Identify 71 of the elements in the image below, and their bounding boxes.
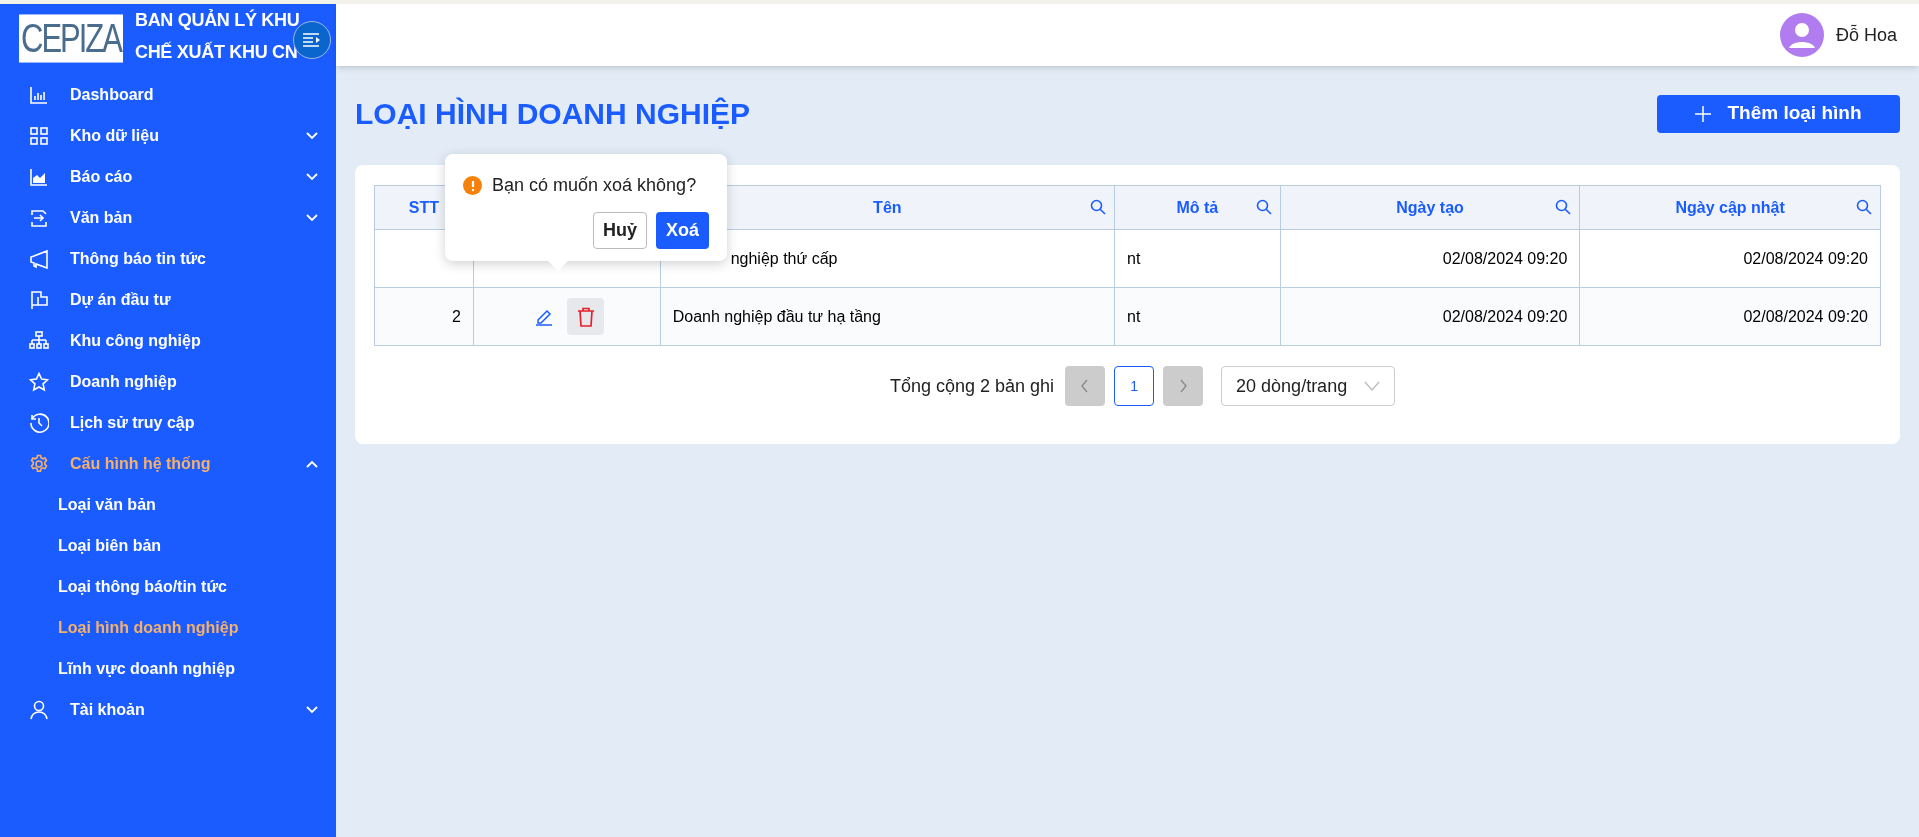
grid-icon bbox=[29, 125, 49, 146]
chart-icon bbox=[29, 84, 49, 105]
chevron-icon bbox=[306, 459, 318, 468]
table-cell: 02/08/2024 09:20 bbox=[1743, 249, 1868, 267]
sidebar-item[interactable]: Doanh nghiệp bbox=[0, 361, 336, 402]
total-count: Tổng cộng 2 bản ghi bbox=[889, 374, 1055, 398]
logo: CEPIZA bbox=[19, 13, 123, 63]
search-icon[interactable] bbox=[1856, 199, 1872, 215]
user-icon bbox=[29, 699, 49, 720]
pencil-icon bbox=[535, 307, 554, 326]
search-icon[interactable] bbox=[1555, 199, 1572, 215]
column-header: Ngày cập nhật bbox=[1675, 198, 1785, 216]
document-icon bbox=[29, 207, 49, 228]
submenu-item[interactable]: Loại biên bản bbox=[0, 525, 336, 566]
menu-icon bbox=[302, 32, 322, 48]
add-button[interactable]: Thêm loại hình bbox=[1657, 94, 1900, 133]
confirm-message: Bạn có muốn xoá không? bbox=[492, 174, 697, 197]
table-cell: Doanh nghiệp đầu tư hạ tầng bbox=[672, 307, 881, 325]
chevron-right-icon bbox=[1178, 379, 1189, 393]
hierarchy-icon bbox=[29, 330, 49, 351]
area-chart-icon bbox=[29, 166, 49, 187]
page-title: LOẠI HÌNH DOANH NGHIỆP bbox=[355, 96, 750, 132]
sidebar-item[interactable]: Báo cáo bbox=[0, 156, 336, 197]
chevron-icon bbox=[306, 213, 318, 222]
table-cell: 2 bbox=[451, 307, 461, 325]
trash-icon bbox=[576, 306, 595, 327]
page-button[interactable]: 1 bbox=[1114, 366, 1155, 406]
search-icon[interactable] bbox=[1255, 199, 1272, 215]
column-header: STT bbox=[408, 198, 440, 216]
avatar-icon[interactable] bbox=[1779, 13, 1824, 57]
page-size-select[interactable]: 20 dòng/trang bbox=[1221, 366, 1396, 406]
column-header: Tên bbox=[873, 198, 902, 216]
table-cell: 02/08/2024 09:20 bbox=[1743, 307, 1868, 325]
clock-icon bbox=[29, 412, 49, 433]
chevron-icon bbox=[306, 172, 318, 181]
settings-icon bbox=[29, 453, 49, 474]
warning-icon bbox=[463, 176, 482, 195]
table-cell-text: nghiệp thứ cấp bbox=[729, 249, 838, 267]
delete-button[interactable] bbox=[567, 298, 605, 335]
app-title: BAN QUẢN LÝ KHU bbox=[134, 8, 300, 32]
sidebar-item[interactable]: Kho dữ liệu bbox=[0, 115, 336, 156]
submenu-item[interactable]: Loại văn bản bbox=[0, 484, 336, 525]
sidebar-item[interactable]: Văn bản bbox=[0, 197, 336, 238]
column-header: Mô tả bbox=[1176, 198, 1219, 216]
sidebar-item[interactable]: Khu công nghiệp bbox=[0, 320, 336, 361]
star-icon bbox=[29, 371, 49, 392]
app-title: CHẾ XUẤT KHU CN bbox=[134, 40, 299, 64]
column-header: Ngày tạo bbox=[1396, 198, 1464, 216]
cancel-button[interactable]: Huỷ bbox=[592, 212, 647, 249]
chevron-icon bbox=[306, 131, 318, 140]
sidebar-item[interactable]: Lịch sử truy cập bbox=[0, 402, 336, 443]
plus-icon bbox=[1695, 105, 1712, 122]
chevron-icon bbox=[1364, 381, 1381, 391]
table-cell: 02/08/2024 09:20 bbox=[1442, 249, 1568, 267]
user-name[interactable]: Đỗ Hoa bbox=[1835, 21, 1897, 49]
table-cell: nt bbox=[1127, 249, 1141, 267]
chevron-icon bbox=[306, 705, 318, 714]
confirm-delete-button[interactable]: Xoá bbox=[656, 212, 709, 249]
sidebar-item[interactable]: Thông báo tin tức bbox=[0, 238, 336, 279]
submenu-item[interactable]: Loại hình doanh nghiệp bbox=[0, 607, 336, 648]
sidebar-item[interactable]: Dashboard bbox=[0, 74, 336, 115]
table-cell: 02/08/2024 09:20 bbox=[1442, 307, 1568, 325]
submenu-item[interactable]: Loại thông báo/tin tức bbox=[0, 566, 336, 607]
search-icon[interactable] bbox=[1090, 199, 1106, 215]
megaphone-icon bbox=[29, 248, 49, 269]
flag-icon bbox=[29, 289, 49, 310]
table-cell: nt bbox=[1127, 307, 1141, 325]
sidebar-item[interactable]: Dự án đầu tư bbox=[0, 279, 336, 320]
sidebar-item[interactable]: Cấu hình hệ thống bbox=[0, 443, 336, 484]
submenu-item[interactable]: Lĩnh vực doanh nghiệp bbox=[0, 648, 336, 689]
sidebar-item[interactable]: Tài khoản bbox=[0, 689, 336, 730]
